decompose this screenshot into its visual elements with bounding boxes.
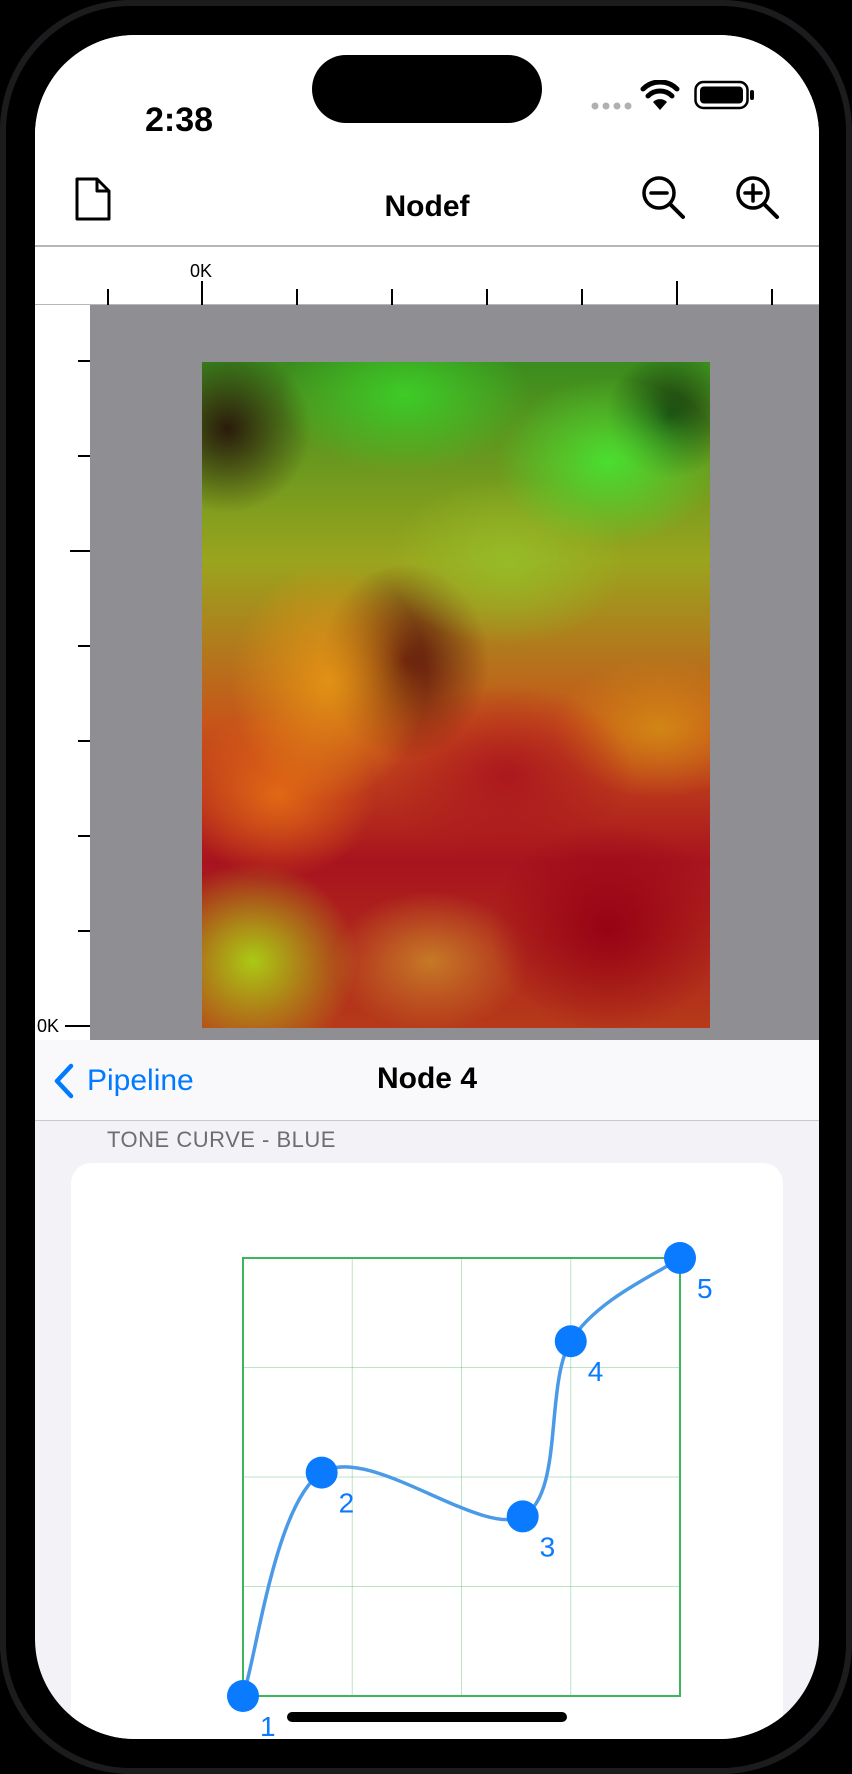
section-label: TONE CURVE - BLUE <box>107 1127 336 1152</box>
curve-control-point[interactable] <box>664 1242 696 1274</box>
cellular-signal-icon <box>591 102 632 110</box>
ruler-tick <box>70 550 90 552</box>
ruler-tick <box>78 930 90 932</box>
rendered-image-preview <box>202 362 710 1028</box>
ruler-tick <box>78 740 90 742</box>
horizontal-ruler-origin-label: 0K <box>190 261 213 281</box>
canvas-area[interactable] <box>90 305 819 1040</box>
ruler-tick <box>78 455 90 457</box>
app-title: Nodef <box>384 190 470 223</box>
tone-curve-editor[interactable]: 1 2 3 4 5 <box>71 1163 783 1739</box>
vertical-ruler: 0K <box>35 305 90 1040</box>
ruler-tick <box>78 645 90 647</box>
ruler-tick <box>201 281 203 305</box>
sheet-title: Node 4 <box>376 1062 478 1095</box>
curve-control-point[interactable] <box>305 1456 338 1489</box>
ruler-tick <box>391 289 393 305</box>
horizontal-ruler: 0K <box>35 245 819 305</box>
ruler-tick <box>65 1025 90 1027</box>
ruler-tick <box>486 289 488 305</box>
zoom-out-icon[interactable] <box>639 173 687 221</box>
ruler-tick <box>78 360 90 362</box>
ruler-tick <box>676 281 678 305</box>
vertical-ruler-origin-label: 0K <box>37 1016 60 1036</box>
tone-curve-card: 1 2 3 4 5 <box>71 1163 783 1739</box>
ruler-tick <box>107 289 109 305</box>
ruler-tick <box>771 289 773 305</box>
curve-point-label: 3 <box>540 1531 556 1562</box>
zoom-in-icon[interactable] <box>733 173 781 221</box>
ruler-tick <box>296 289 298 305</box>
status-bar: 2:38 <box>35 35 819 145</box>
dynamic-island <box>312 55 542 123</box>
ruler-tick <box>581 289 583 305</box>
sheet-header: Pipeline Node 4 <box>35 1040 819 1121</box>
home-indicator[interactable] <box>287 1712 567 1722</box>
battery-icon <box>694 80 754 110</box>
ruler-tick <box>78 835 90 837</box>
status-time: 2:38 <box>145 101 214 139</box>
curve-point-label: 2 <box>339 1488 355 1519</box>
screen: 2:38 Nodef 0K 0K Pipeline Node 4 TONE CU… <box>35 35 819 1739</box>
toolbar: Nodef <box>35 145 819 245</box>
curve-control-point[interactable] <box>554 1325 587 1358</box>
wifi-icon <box>640 80 680 110</box>
curve-control-point[interactable] <box>227 1680 259 1712</box>
curve-point-label: 5 <box>697 1273 713 1304</box>
curve-point-label: 1 <box>260 1711 276 1739</box>
curve-point-label: 4 <box>588 1356 604 1387</box>
curve-control-point[interactable] <box>506 1500 539 1533</box>
